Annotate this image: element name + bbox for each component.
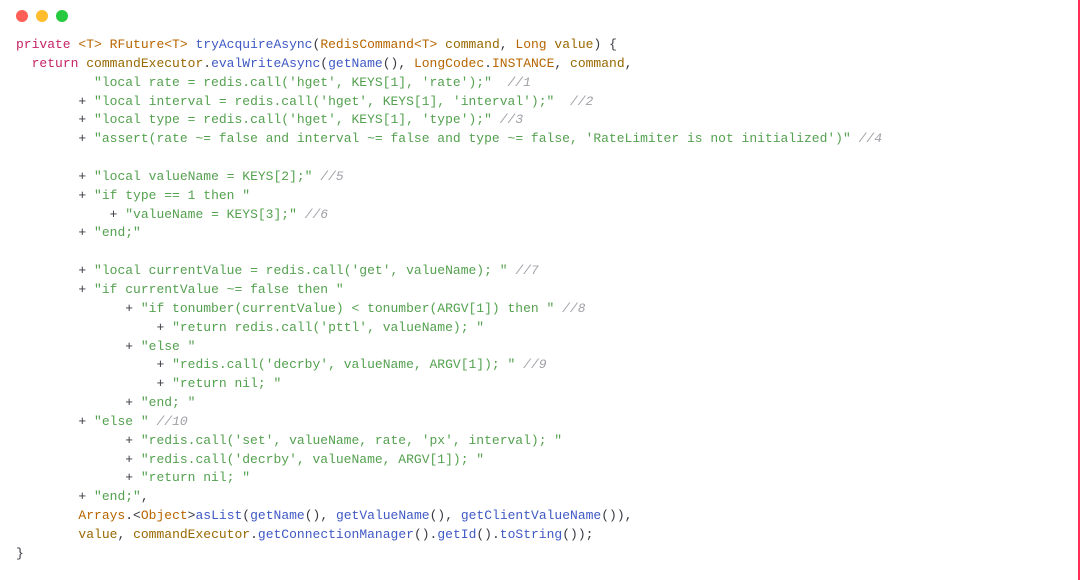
zoom-icon [56, 10, 68, 22]
window-traffic-lights [16, 0, 1062, 36]
minimize-icon [36, 10, 48, 22]
close-icon [16, 10, 28, 22]
code-window: private <T> RFuture<T> tryAcquireAsync(R… [0, 0, 1080, 580]
code-block: private <T> RFuture<T> tryAcquireAsync(R… [16, 36, 1062, 564]
